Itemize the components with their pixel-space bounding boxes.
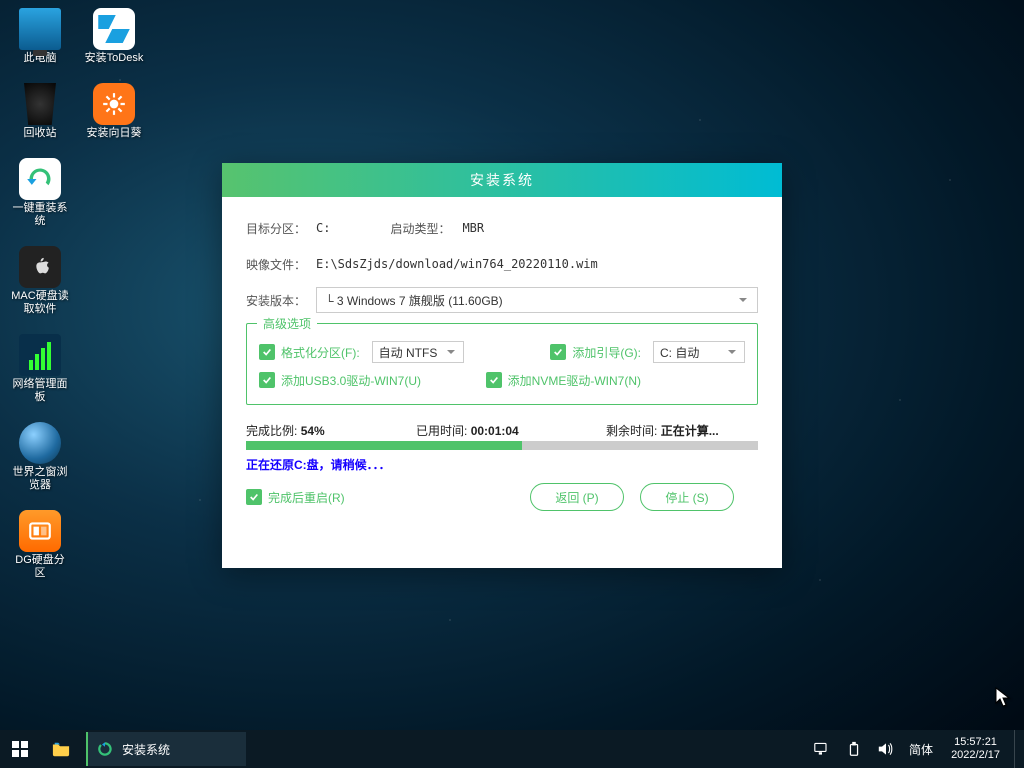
desktop-icon-mac-disk-reader[interactable]: MAC硬盘读取软件	[10, 246, 70, 316]
advanced-legend: 高级选项	[257, 315, 317, 332]
desktop-icon-onekey-reinstall[interactable]: 一键重装系统	[10, 158, 70, 228]
nvme-checkbox[interactable]	[486, 372, 502, 388]
clock-date: 2022/2/17	[951, 749, 1000, 762]
elapsed-label: 已用时间:	[416, 424, 467, 438]
icon-label: 回收站	[24, 127, 57, 140]
tray-ime[interactable]: 简体	[905, 730, 937, 768]
progress-meta: 完成比例: 54% 已用时间: 00:01:04 剩余时间: 正在计算...	[246, 421, 758, 439]
icon-label: 网络管理面板	[11, 378, 69, 404]
target-partition-row: 目标分区： C: 启动类型： MBR	[246, 215, 758, 241]
progress-percent: 54%	[301, 424, 325, 438]
bootadd-select[interactable]: C: 自动	[653, 341, 745, 363]
boot-label: 启动类型：	[390, 220, 462, 237]
target-label: 目标分区：	[246, 220, 316, 237]
clock-time: 15:57:21	[951, 736, 1000, 749]
version-value: └ 3 Windows 7 旗舰版 (11.60GB)	[325, 292, 503, 309]
target-value: C:	[316, 221, 330, 235]
tray-network-icon[interactable]	[809, 730, 835, 768]
tray-clock[interactable]: 15:57:21 2022/2/17	[943, 736, 1008, 762]
elapsed-value: 00:01:04	[471, 424, 519, 438]
boot-value: MBR	[462, 221, 484, 235]
mac-disk-icon	[19, 246, 61, 288]
window-body: 目标分区： C: 启动类型： MBR 映像文件： E:\SdsZjds/down…	[222, 197, 782, 568]
icon-label: MAC硬盘读取软件	[11, 290, 69, 316]
icon-label: 一键重装系统	[11, 202, 69, 228]
onekey-icon	[19, 158, 61, 200]
installer-window: 安装系统 目标分区： C: 启动类型： MBR 映像文件： E:\SdsZjds…	[222, 163, 782, 568]
taskbar-task-installer[interactable]: 安装系统	[86, 732, 246, 766]
tray-volume-icon[interactable]	[873, 730, 899, 768]
version-select[interactable]: └ 3 Windows 7 旗舰版 (11.60GB)	[316, 287, 758, 313]
desktop-icons: 此电脑 安装ToDesk 回收站 安装向日葵	[10, 8, 170, 580]
start-button[interactable]	[0, 730, 40, 768]
tray-usb-icon[interactable]	[841, 730, 867, 768]
todesk-icon	[93, 8, 135, 50]
cursor-icon	[995, 687, 1011, 714]
monitor-icon	[19, 8, 61, 50]
folder-icon	[52, 741, 70, 757]
bootadd-label: 添加引导(G):	[572, 344, 641, 361]
icon-label: 安装向日葵	[87, 127, 142, 140]
progress-label: 完成比例:	[246, 424, 297, 438]
format-select[interactable]: 自动 NTFS	[372, 341, 464, 363]
desktop-icon-this-pc[interactable]: 此电脑	[10, 8, 70, 65]
window-footer: 完成后重启(R) 返回 (P) 停止 (S)	[246, 473, 758, 511]
taskbar: 安装系统 简体 15:57:21 2022/2/17	[0, 730, 1024, 768]
nvme-label: 添加NVME驱动-WIN7(N)	[508, 372, 641, 389]
desktop-icon-sunflower[interactable]: 安装向日葵	[84, 83, 144, 140]
version-label: 安装版本：	[246, 292, 316, 309]
back-button[interactable]: 返回 (P)	[530, 483, 624, 511]
reboot-checkbox[interactable]	[246, 489, 262, 505]
icon-label: 世界之窗浏览器	[11, 466, 69, 492]
bootadd-checkbox[interactable]	[550, 344, 566, 360]
status-text: 正在还原C:盘，请稍候．．．	[246, 456, 758, 473]
install-version-row: 安装版本： └ 3 Windows 7 旗舰版 (11.60GB)	[246, 287, 758, 313]
remain-value: 正在计算...	[661, 424, 719, 438]
usb3-label: 添加USB3.0驱动-WIN7(U)	[281, 372, 421, 389]
desktop-icon-recycle-bin[interactable]: 回收站	[10, 83, 70, 140]
desktop-icon-theworld-browser[interactable]: 世界之窗浏览器	[10, 422, 70, 492]
explorer-button[interactable]	[40, 730, 82, 768]
remain-label: 剩余时间:	[606, 424, 657, 438]
stop-button[interactable]: 停止 (S)	[640, 483, 734, 511]
advanced-options: 高级选项 格式化分区(F): 自动 NTFS 添加引导(G): C: 自动 添加…	[246, 323, 758, 405]
taskbar-task-label: 安装系统	[122, 741, 170, 758]
image-label: 映像文件：	[246, 256, 316, 273]
desktop-icon-todesk[interactable]: 安装ToDesk	[84, 8, 144, 65]
tray: 简体 15:57:21 2022/2/17	[809, 730, 1024, 768]
icon-label: 安装ToDesk	[85, 52, 144, 65]
show-desktop-button[interactable]	[1014, 730, 1020, 768]
network-panel-icon	[19, 334, 61, 376]
image-value: E:\SdsZjds/download/win764_20220110.wim	[316, 257, 598, 271]
dg-icon	[19, 510, 61, 552]
window-title: 安装系统	[222, 163, 782, 197]
reboot-label: 完成后重启(R)	[268, 489, 345, 506]
progress-bar	[246, 441, 758, 450]
sunflower-icon	[93, 83, 135, 125]
trash-icon	[19, 83, 61, 125]
windows-icon	[12, 741, 28, 757]
desktop-icon-network-panel[interactable]: 网络管理面板	[10, 334, 70, 404]
image-file-row: 映像文件： E:\SdsZjds/download/win764_2022011…	[246, 251, 758, 277]
installer-task-icon	[96, 740, 114, 758]
usb3-checkbox[interactable]	[259, 372, 275, 388]
format-checkbox[interactable]	[259, 344, 275, 360]
icon-label: DG硬盘分区	[11, 554, 69, 580]
desktop-icon-dg-partition[interactable]: DG硬盘分区	[10, 510, 70, 580]
progress-fill	[246, 441, 522, 450]
format-label: 格式化分区(F):	[281, 344, 360, 361]
globe-icon	[19, 422, 61, 464]
